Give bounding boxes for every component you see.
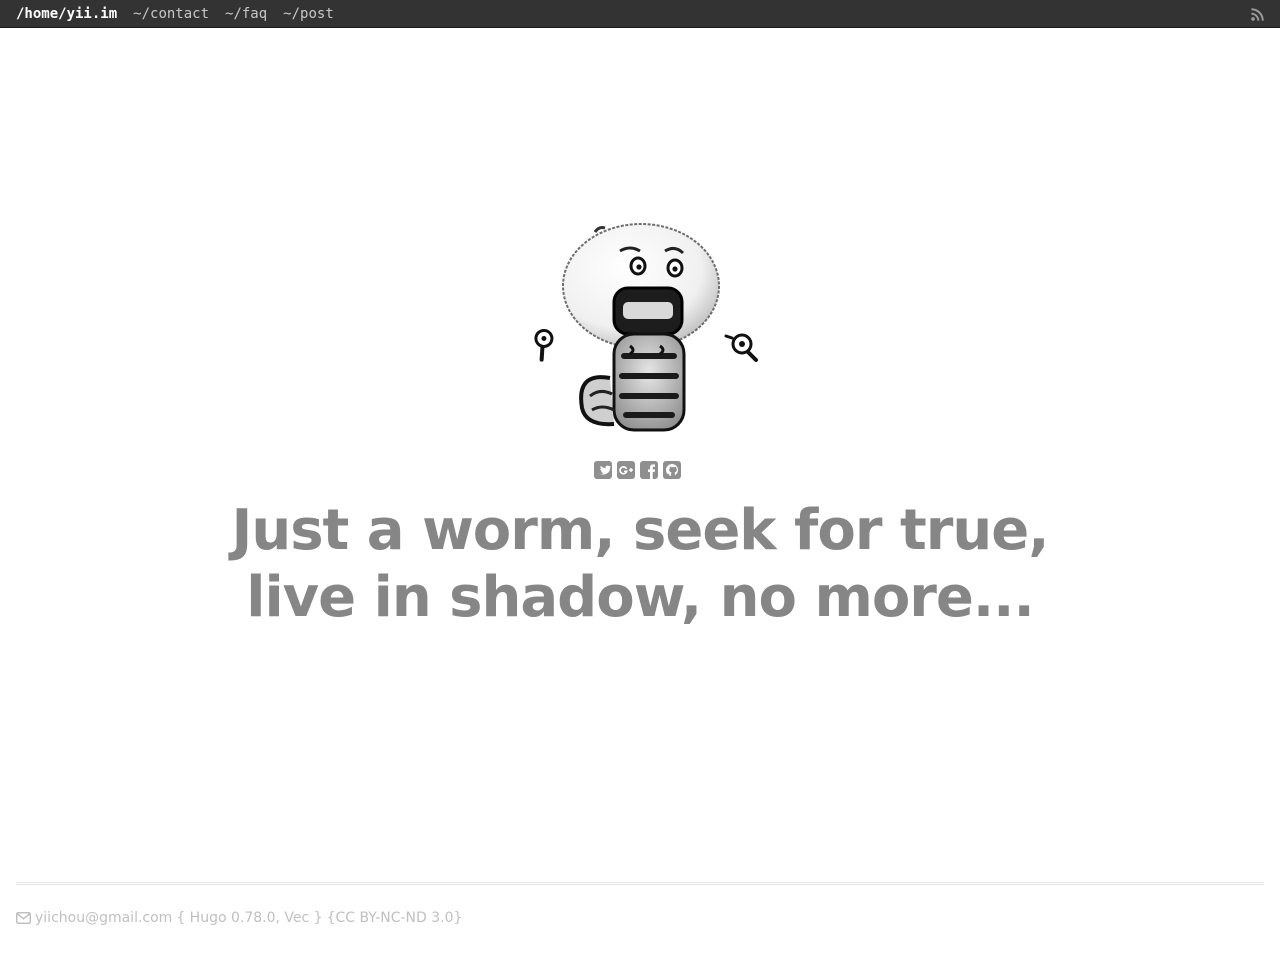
nav-item-faq[interactable]: ~/faq [225, 6, 267, 22]
footer-email-link[interactable]: yiichou@gmail.com [35, 910, 172, 926]
google-plus-icon[interactable] [617, 461, 635, 479]
footer: yiichou@gmail.com { Hugo 0.78.0, Vec } {… [16, 908, 462, 928]
tagline-line-2: live in shadow, no more... [246, 565, 1034, 630]
nav-item-post[interactable]: ~/post [283, 6, 334, 22]
nav-home-link[interactable]: /home/yii.im [16, 6, 117, 22]
twitter-icon[interactable] [594, 461, 612, 479]
footer-generator: { Hugo 0.78.0, Vec } [176, 910, 323, 926]
footer-license: {CC BY-NC-ND 3.0} [326, 910, 463, 926]
facebook-icon[interactable] [640, 461, 658, 479]
envelope-icon [16, 912, 31, 924]
main-nav: /home/yii.im ~/contact ~/faq ~/post [16, 0, 350, 28]
nav-item-contact[interactable]: ~/contact [133, 6, 209, 22]
github-icon[interactable] [663, 461, 681, 479]
footer-divider [16, 882, 1264, 885]
tagline-line-1: Just a worm, seek for true, [231, 498, 1049, 563]
top-navigation-bar: /home/yii.im ~/contact ~/faq ~/post [0, 0, 1280, 28]
worm-mascot-illustration [534, 223, 758, 432]
rss-icon[interactable] [1251, 8, 1264, 21]
social-links [594, 461, 681, 479]
hero-tagline: Just a worm, seek for true, live in shad… [140, 497, 1140, 631]
